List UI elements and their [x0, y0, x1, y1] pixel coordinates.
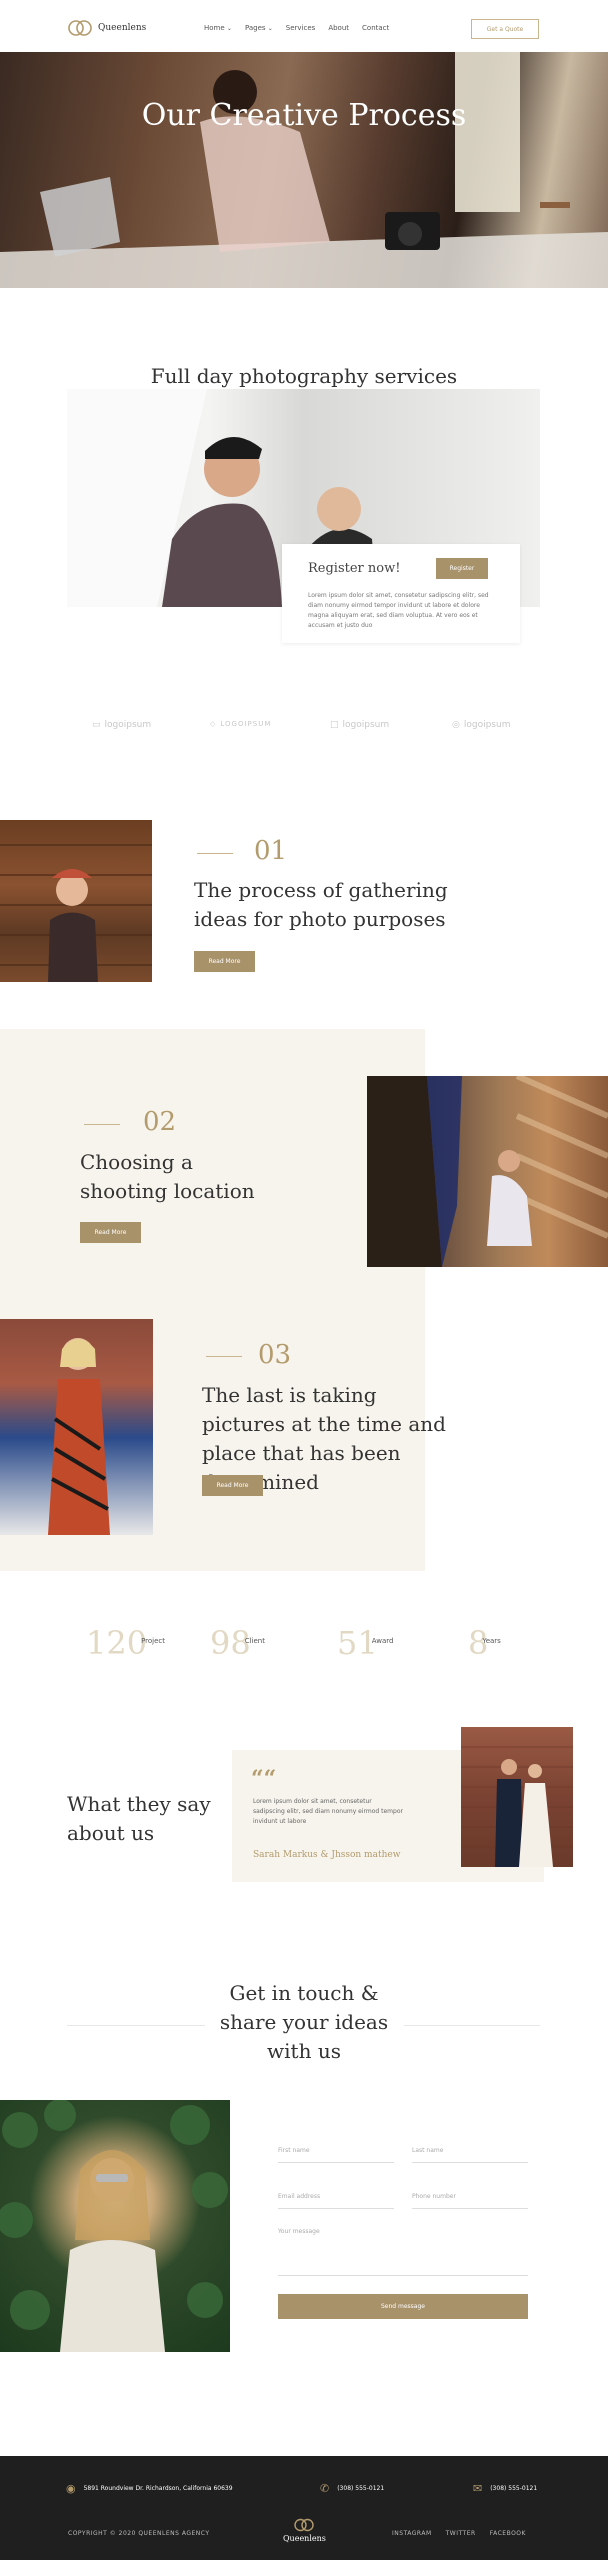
contact-title: Get in touch & share your ideas with us	[219, 1981, 389, 2063]
email-field[interactable]: Email address	[278, 2189, 394, 2209]
stat-label: Award	[371, 1637, 394, 1645]
step-1-photo-art	[0, 844, 152, 982]
nav-about[interactable]: About	[328, 24, 349, 32]
main-nav: Home ⌄ Pages ⌄ Services About Contact	[204, 24, 389, 32]
step-2-read-more-button[interactable]: Read More	[80, 1222, 141, 1243]
brand-label: logoipsum	[463, 720, 511, 730]
logo-mark-icon: ◇	[210, 720, 217, 728]
testimonials-title: What they say about us	[67, 1792, 211, 1845]
facebook-link[interactable]: FACEBOOK	[490, 2530, 526, 2537]
step-2-photo-art	[367, 1076, 608, 1267]
stat-awards: 51 Award	[337, 1627, 393, 1659]
email-text: (308) 555-0121	[490, 2485, 538, 2492]
nav-pages[interactable]: Pages ⌄	[245, 24, 273, 32]
brand-label: logoipsum	[342, 720, 390, 730]
hero-photo	[0, 52, 608, 288]
stat-projects: 120 Project	[86, 1627, 165, 1659]
testimonial-author: Sarah Markus & Jhsson mathew	[253, 1850, 401, 1860]
location-pin-icon: ◉	[66, 2482, 76, 2495]
footer-address: ◉ 5891 Roundview Dr. Richardson, Califor…	[66, 2482, 233, 2495]
nav-label: Home	[204, 24, 225, 32]
message-field[interactable]: Your message	[278, 2224, 528, 2276]
step-1-number: 01	[254, 836, 288, 866]
brand-logo[interactable]: Queenlens	[66, 19, 146, 37]
register-title: Register now!	[308, 561, 401, 576]
divider-left	[67, 2025, 205, 2026]
hero-image	[0, 52, 608, 288]
mail-icon: ✉	[473, 2482, 483, 2495]
quote-icon: ““	[251, 1766, 277, 1792]
step-2-number: 02	[143, 1107, 177, 1137]
stat-label: Client	[244, 1637, 265, 1645]
nav-services[interactable]: Services	[286, 24, 316, 32]
chevron-down-icon: ⌄	[226, 25, 232, 32]
step-3-read-more-button[interactable]: Read More	[202, 1475, 263, 1496]
address-text: 5891 Roundview Dr. Richardson, Californi…	[83, 2485, 233, 2492]
rings-icon	[294, 2518, 315, 2532]
twitter-link[interactable]: TWITTER	[446, 2530, 476, 2537]
stat-years: 8 Years	[468, 1627, 501, 1659]
footer-email[interactable]: ✉ (308) 555-0121	[473, 2482, 537, 2495]
testimonial-text: Lorem ipsum dolor sit amet, consetetur s…	[253, 1798, 403, 1825]
send-message-button[interactable]: Send message	[278, 2294, 528, 2319]
footer-brand-name: Queenlens	[283, 2534, 326, 2543]
logo-mark-icon: ▭	[92, 720, 101, 730]
first-name-field[interactable]: First name	[278, 2143, 394, 2163]
step-1-title: The process of gathering ideas for photo…	[194, 878, 448, 931]
contact-image	[0, 2100, 230, 2352]
brand-logo-2: ◇ LOGOIPSUM	[210, 720, 271, 728]
rings-icon	[68, 20, 92, 36]
step-3-number: 03	[258, 1340, 292, 1370]
brand-logo-1: ▭ logoipsum	[92, 720, 151, 730]
couple-image	[461, 1727, 573, 1867]
nav-contact[interactable]: Contact	[362, 24, 389, 32]
step-3-photo-art	[48, 1338, 110, 1535]
logo-mark-icon: ◎	[452, 720, 460, 730]
stat-label: Years	[482, 1637, 501, 1645]
nav-label: Pages	[244, 24, 266, 32]
step-3-line	[206, 1356, 242, 1357]
phone-field[interactable]: Phone number	[412, 2189, 528, 2209]
step-3-image	[0, 1319, 153, 1535]
instagram-link[interactable]: INSTAGRAM	[392, 2530, 432, 2537]
phone-icon: ✆	[320, 2482, 330, 2495]
last-name-field[interactable]: Last name	[412, 2143, 528, 2163]
copyright: COPYRIGHT © 2020 QUEENLENS AGENCY	[68, 2530, 210, 2537]
get-quote-button[interactable]: Get a Quote	[471, 19, 539, 39]
footer-phone[interactable]: ✆ (308) 555-0121	[320, 2482, 384, 2495]
brand-logo-4: ◎ logoipsum	[452, 720, 510, 730]
divider-right	[404, 2025, 540, 2026]
brand-name: Queenlens	[98, 23, 147, 33]
hero-title: Our Creative Process	[141, 98, 467, 133]
brand-label: logoipsum	[104, 720, 152, 730]
step-2-title: Choosing a shooting location	[80, 1150, 255, 1203]
stat-clients: 98 Client	[210, 1627, 265, 1659]
step-1-line	[197, 853, 233, 854]
couple-photo-art	[461, 1746, 573, 1867]
logo-mark-icon: □	[330, 720, 339, 730]
nav-home[interactable]: Home ⌄	[204, 24, 232, 32]
brand-logo-3: □ logoipsum	[330, 720, 389, 730]
register-button[interactable]: Register	[436, 558, 488, 579]
phone-text: (308) 555-0121	[337, 2485, 385, 2492]
step-2-image	[367, 1076, 608, 1267]
step-1-image	[0, 820, 152, 982]
step-1-read-more-button[interactable]: Read More	[194, 951, 255, 972]
register-text: Lorem ipsum dolor sit amet, consetetur s…	[308, 592, 489, 629]
contact-photo-art	[0, 2100, 228, 2352]
stat-number: 120	[86, 1624, 148, 1662]
footer-brand-logo[interactable]: Queenlens	[283, 2518, 326, 2543]
step-2-line	[84, 1124, 120, 1125]
stat-label: Project	[141, 1637, 166, 1645]
site-footer	[0, 2456, 608, 2560]
social-links: INSTAGRAM TWITTER FACEBOOK	[392, 2530, 526, 2537]
brand-label: LOGOIPSUM	[220, 720, 272, 728]
chevron-down-icon: ⌄	[267, 25, 273, 32]
